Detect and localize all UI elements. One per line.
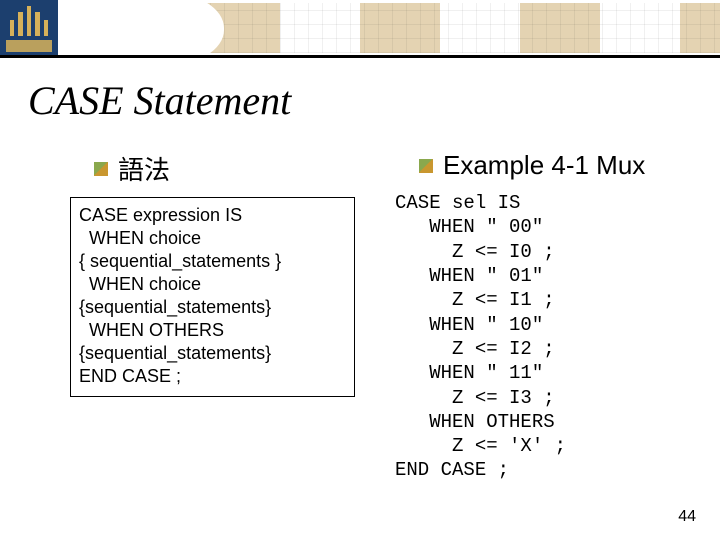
slide-title: CASE Statement — [28, 80, 291, 122]
bullet-icon — [419, 159, 433, 173]
right-heading: Example 4-1 Mux — [419, 150, 680, 181]
example-code: CASE sel IS WHEN " 00" Z <= I0 ; WHEN " … — [395, 191, 680, 483]
banner-arc — [48, 0, 224, 58]
banner-rule — [0, 55, 720, 58]
right-heading-text: Example 4-1 Mux — [443, 150, 645, 181]
logo-base — [6, 40, 52, 52]
left-column: 語法 CASE expression IS WHEN choice { sequ… — [70, 150, 355, 483]
left-heading: 語法 — [94, 150, 355, 187]
bullet-icon — [94, 162, 108, 176]
logo-bars-icon — [10, 6, 48, 36]
syntax-box: CASE expression IS WHEN choice { sequent… — [70, 197, 355, 397]
slide: CASE Statement 語法 CASE expression IS WHE… — [0, 0, 720, 540]
banner — [0, 0, 720, 58]
logo — [0, 0, 58, 58]
page-number: 44 — [678, 508, 696, 526]
right-column: Example 4-1 Mux CASE sel IS WHEN " 00" Z… — [395, 150, 680, 483]
content-columns: 語法 CASE expression IS WHEN choice { sequ… — [70, 150, 680, 483]
left-heading-text: 語法 — [118, 150, 170, 187]
